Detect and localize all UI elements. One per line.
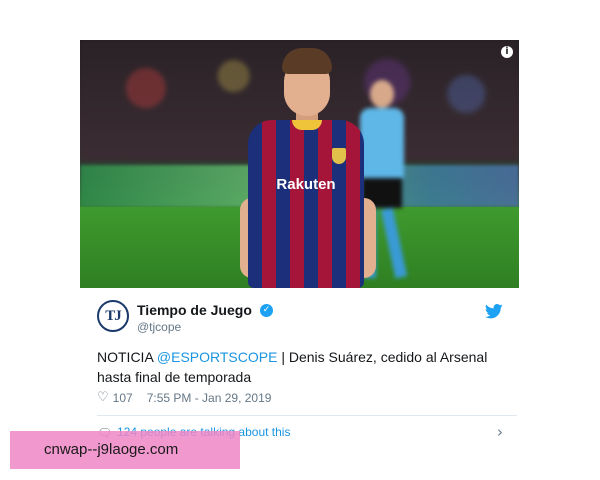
divider (97, 415, 517, 416)
tweet-author-header: TJ Tiempo de Juego ✓ @tjcope (97, 300, 507, 336)
heart-icon[interactable]: ♡ (97, 390, 109, 405)
avatar[interactable]: TJ (97, 300, 129, 332)
tweet-text: NOTICIA @ESPORTSCOPE | Denis Suárez, ced… (97, 347, 507, 387)
watermark-banner: cnwap--j9laoge.com (10, 431, 240, 469)
account-name[interactable]: Tiempo de Juego (137, 302, 252, 318)
club-crest-icon (332, 148, 346, 164)
mention-link[interactable]: @ESPORTSCOPE (157, 349, 278, 365)
player-figure: Rakuten (240, 48, 380, 288)
twitter-bird-icon[interactable] (485, 304, 503, 319)
tweet-text-prefix: NOTICIA (97, 349, 157, 365)
avatar-logo-text: TJ (105, 308, 122, 324)
verified-badge-icon: ✓ (260, 304, 273, 317)
info-icon[interactable]: i (501, 46, 513, 58)
player-jersey (248, 120, 364, 288)
like-count[interactable]: 107 (113, 391, 133, 405)
jersey-sponsor-text: Rakuten (276, 176, 336, 193)
tweet-timestamp[interactable]: 7:55 PM - Jan 29, 2019 (147, 391, 272, 405)
embedded-tweet-card: Rakuten i TJ Tiempo de Juego ✓ @tjcope N… (80, 40, 519, 450)
account-handle[interactable]: @tjcope (137, 320, 181, 334)
tweet-meta: ♡ 107 7:55 PM - Jan 29, 2019 (97, 390, 271, 406)
chevron-right-icon[interactable]: › (497, 423, 503, 441)
tweet-photo[interactable]: Rakuten i (80, 40, 519, 288)
